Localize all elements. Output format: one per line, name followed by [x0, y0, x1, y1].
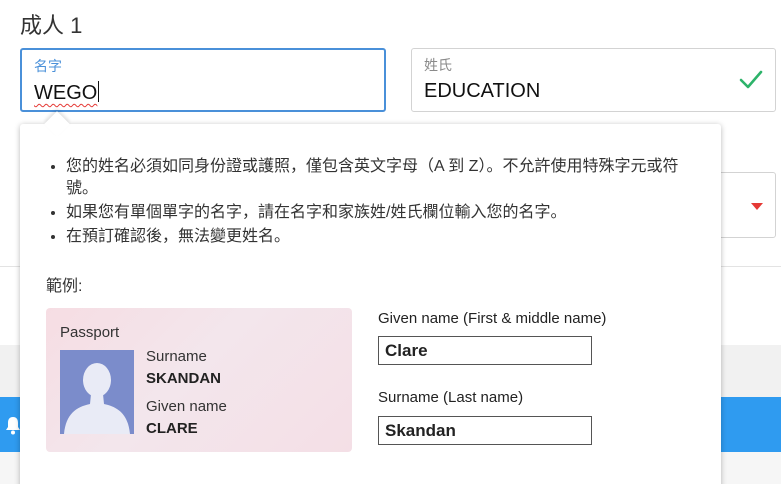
passport-surname-value: SKANDAN: [146, 370, 221, 387]
passport-example: Passport Surname SKANDAN Given name CLAR…: [46, 308, 352, 452]
rule-item: 您的姓名必須如同身份證或護照，僅包含英文字母（A 到 Z）。不允許使用特殊字元或…: [66, 156, 706, 200]
dropdown-arrow-icon[interactable]: [751, 203, 763, 210]
passport-given-label: Given name: [146, 398, 227, 415]
rules-list: 您的姓名必須如同身份證或護照，僅包含英文字母（A 到 Z）。不允許使用特殊字元或…: [66, 156, 706, 250]
popup-arrow: [44, 111, 70, 137]
rule-item: 如果您有單個單字的名字，請在名字和家族姓/姓氏欄位輸入您的名字。: [66, 202, 706, 224]
last-name-label: 姓氏: [424, 57, 452, 73]
passport-surname-label: Surname: [146, 348, 207, 365]
passport-title: Passport: [60, 324, 120, 341]
silhouette-icon: [60, 350, 134, 434]
first-name-label: 名字: [34, 58, 62, 74]
text-caret: [98, 81, 100, 102]
passport-given-value: CLARE: [146, 420, 198, 437]
rule-item: 在預訂確認後，無法變更姓名。: [66, 226, 706, 248]
example-surname-box: Skandan: [378, 416, 592, 445]
last-name-input[interactable]: EDUCATION: [424, 80, 540, 103]
example-given-box: Clare: [378, 336, 592, 365]
name-rules-popup: 您的姓名必須如同身份證或護照，僅包含英文字母（A 到 Z）。不允許使用特殊字元或…: [20, 111, 721, 484]
last-name-field[interactable]: 姓氏 EDUCATION: [411, 48, 776, 112]
section-title: 成人 1: [20, 13, 83, 38]
check-icon: [739, 70, 763, 89]
example-surname-label: Surname (Last name): [378, 389, 524, 406]
first-name-input[interactable]: WEGO: [34, 81, 100, 105]
example-label: 範例:: [46, 278, 83, 295]
first-name-value: WEGO: [34, 82, 98, 104]
first-name-field[interactable]: 名字 WEGO: [20, 48, 386, 112]
example-given-label: Given name (First & middle name): [378, 310, 607, 327]
